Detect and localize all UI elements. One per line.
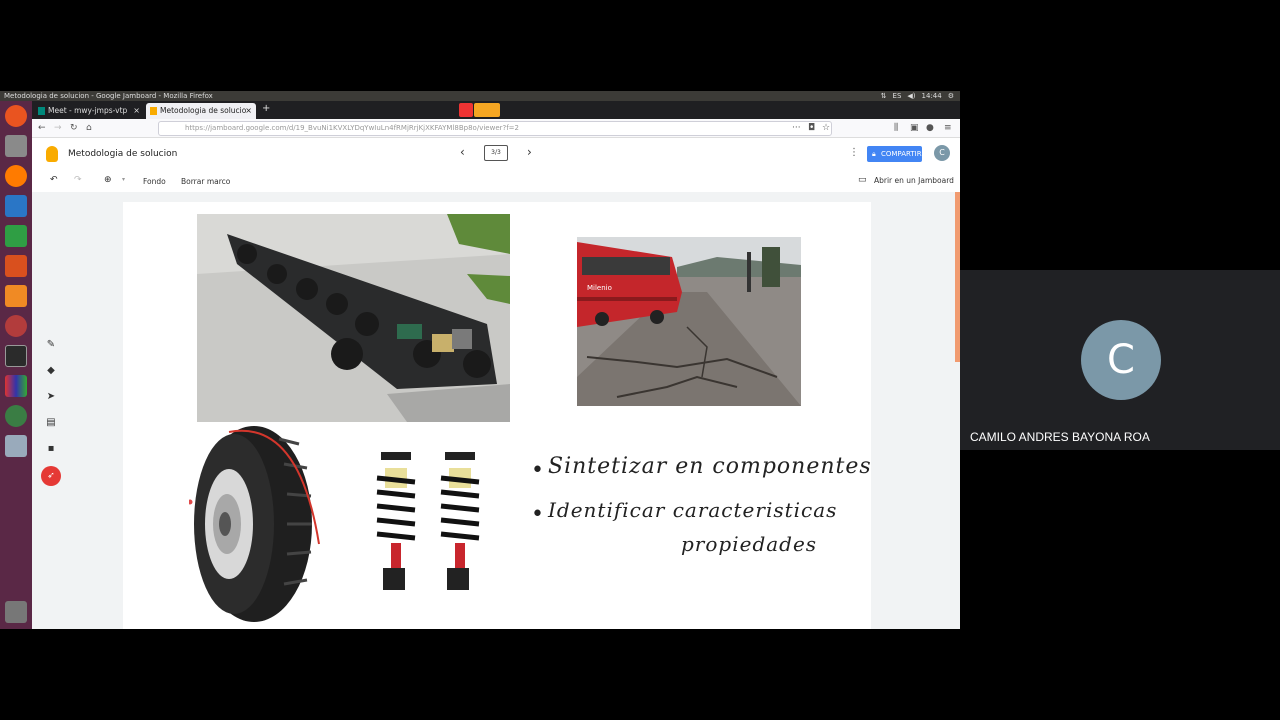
firefox-icon[interactable] [5,165,27,187]
writer-icon[interactable] [5,195,27,217]
menu-icon[interactable]: ≡ [944,121,952,136]
reload-icon[interactable]: ↻ [70,121,78,136]
pen-icon[interactable]: ✎ [44,338,58,352]
tab-jamboard[interactable]: Metodologia de solucio × [146,103,256,119]
tire-image [189,426,320,622]
account-avatar[interactable]: C [934,145,950,161]
open-in-jamboard-button[interactable]: Abrir en un Jamboard [874,176,954,185]
system-settings-icon[interactable] [5,315,27,337]
bus-sign-text: Milenio [587,284,612,292]
jamboard-logo-icon[interactable] [46,146,58,162]
next-frame-icon[interactable]: › [527,145,532,159]
lock-icon: 🔒︎ [872,150,876,158]
android-studio-icon[interactable] [5,405,27,427]
eraser-icon[interactable]: ◆ [44,364,58,378]
handwritten-note-3: propiedades [681,532,818,556]
tab-label: Meet - mwy-jmps-vtp [48,106,128,115]
impress-icon[interactable] [5,255,27,277]
ubuntu-launcher [0,101,32,629]
stop-sharing-icon[interactable] [459,103,473,117]
bus-street-image: Milenio [577,237,801,406]
desktop: Metodologia de solucion - Google Jamboar… [0,0,1280,720]
zoom-dropdown-icon[interactable]: ▾ [122,176,125,183]
navigation-bar: ← → ↻ ⌂ https://jamboard.google.com/d/19… [32,119,960,138]
jamboard-header: Metodologia de solucion ‹ 3/3 › ⋮ 🔒︎ COM… [32,138,960,170]
close-icon[interactable]: × [133,103,140,119]
url-text: https://jamboard.google.com/d/19_BvuNi1K… [185,124,519,132]
shock-absorbers-image [376,452,480,590]
sidebar-icon[interactable]: ▣ [910,121,919,136]
handwritten-note-2: Identificar caracteristicas [548,498,838,522]
handwritten-bullet: • [531,502,544,527]
frame-counter[interactable]: 3/3 [484,145,508,161]
software-center-icon[interactable] [5,285,27,307]
participant-name: CAMILO ANDRES BAYONA ROA [970,430,1150,444]
open-in-jamboard-icon[interactable]: ▭ [858,175,867,185]
sharing-indicator-icon[interactable] [474,103,500,117]
keyboard-layout[interactable]: ES [893,91,902,101]
previous-frame-icon[interactable]: ‹ [460,145,465,159]
close-icon[interactable]: × [245,103,252,119]
document-title[interactable]: Metodologia de solucion [68,149,177,159]
clock: 14:44 [921,92,942,100]
bookmark-star-icon[interactable]: ☆ [822,121,830,136]
drawing-tools: ✎ ◆ ➤ ▤ ▪ ➶ [40,334,62,486]
browser-tab-bar: Meet - mwy-jmps-vtp × Metodologia de sol… [32,101,960,119]
jam-frame[interactable]: Milenio • Sintetizar en componentes • Id… [123,202,871,629]
ubuntu-icon[interactable] [5,105,27,127]
home-icon[interactable]: ⌂ [86,121,92,136]
tab-meet[interactable]: Meet - mwy-jmps-vtp × [34,103,144,119]
volume-icon[interactable]: ◀) [907,91,915,101]
pocket-icon[interactable]: ◘ [808,121,815,136]
app-icon[interactable] [5,375,27,397]
undo-icon[interactable]: ↶ [50,175,58,185]
laser-icon[interactable]: ➶ [41,466,61,486]
account-icon[interactable]: ● [926,121,934,136]
jamboard-toolbar: ↶ ↷ ⊕ ▾ Fondo Borrar marco ▭ Abrir en un… [32,170,960,192]
jamboard-icon [150,107,157,115]
meet-icon [38,107,45,115]
library-icon[interactable]: ⫼ [894,121,898,136]
bus-chassis-image [197,214,510,422]
drive-icon[interactable] [5,435,27,457]
clear-frame-button[interactable]: Borrar marco [181,177,230,186]
trash-icon[interactable] [5,601,27,623]
tab-label: Metodologia de solucio [160,106,247,115]
sticky-note-icon[interactable]: ▤ [44,416,58,430]
meet-participant-tile: C CAMILO ANDRES BAYONA ROA [960,270,1280,450]
participant-avatar: C [1081,320,1161,400]
new-tab-icon[interactable]: + [262,103,270,114]
background-button[interactable]: Fondo [143,177,166,186]
share-button[interactable]: 🔒︎ COMPARTIR [867,146,922,162]
files-icon[interactable] [5,135,27,157]
handwritten-bullet: • [531,458,544,483]
select-icon[interactable]: ➤ [44,390,58,404]
redo-icon[interactable]: ↷ [74,175,82,185]
shared-screen: Metodologia de solucion - Google Jamboar… [0,91,960,629]
back-icon[interactable]: ← [38,121,46,136]
share-label: COMPARTIR [881,150,922,158]
calc-icon[interactable] [5,225,27,247]
forward-icon[interactable]: → [54,121,62,136]
page-actions-icon[interactable]: ··· [792,121,801,136]
network-icon: ⇅ [880,92,887,100]
terminal-icon[interactable] [5,345,27,367]
image-icon[interactable]: ▪ [44,442,58,456]
more-options-icon[interactable]: ⋮ [849,147,859,158]
handwritten-note-1: Sintetizar en componentes [548,454,872,479]
window-title: Metodologia de solucion - Google Jamboar… [4,92,213,100]
zoom-icon[interactable]: ⊕ [104,175,112,185]
url-input[interactable]: https://jamboard.google.com/d/19_BvuNi1K… [158,121,832,136]
settings-icon[interactable]: ⚙ [948,91,954,101]
system-title-bar: Metodologia de solucion - Google Jamboar… [0,91,960,101]
